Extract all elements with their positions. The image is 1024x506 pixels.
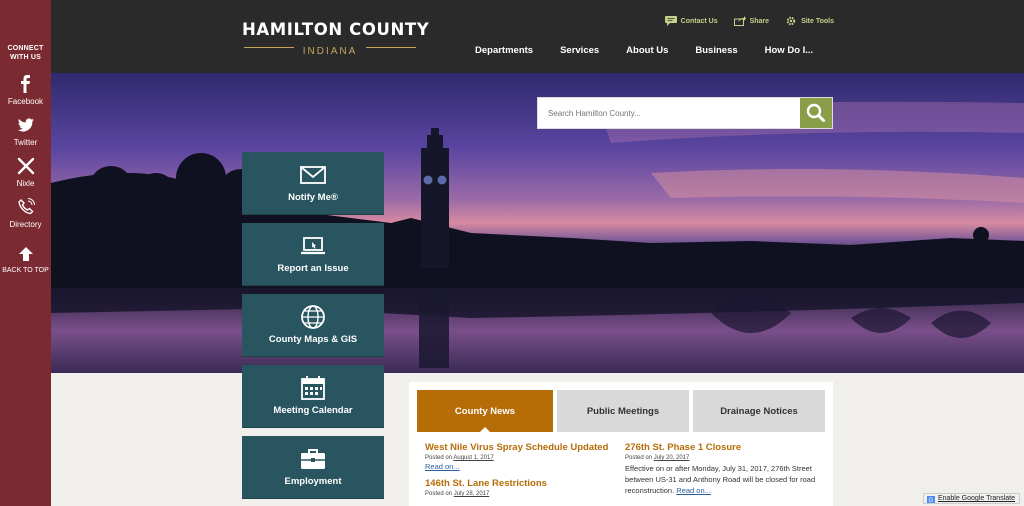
tile-label: Meeting Calendar xyxy=(273,405,353,416)
arrow-up-icon xyxy=(18,247,33,261)
news-item: 146th St. Lane Restrictions Posted on Ju… xyxy=(425,478,615,497)
translate-icon: G xyxy=(926,496,935,503)
search-input[interactable] xyxy=(538,98,800,128)
gear-icon xyxy=(786,16,796,26)
logo-subtitle: INDIANA xyxy=(302,46,358,57)
tile-label: Report an Issue xyxy=(277,263,349,274)
social-nixle-link[interactable]: Nixle xyxy=(0,157,51,188)
contact-us-link[interactable]: Contact Us xyxy=(664,16,718,26)
globe-icon xyxy=(301,305,325,329)
news-item: 276th St. Phase 1 Closure Posted on July… xyxy=(625,442,825,496)
tile-notify-me[interactable]: Notify Me® xyxy=(242,152,384,215)
tab-drainage-notices[interactable]: Drainage Notices xyxy=(693,390,825,432)
social-twitter-link[interactable]: Twitter xyxy=(0,116,51,147)
briefcase-icon xyxy=(301,449,325,469)
tile-employment[interactable]: Employment xyxy=(242,436,384,499)
calendar-icon xyxy=(301,376,325,400)
site-search xyxy=(537,97,833,129)
envelope-icon xyxy=(300,166,326,184)
nav-about-us[interactable]: About Us xyxy=(626,45,668,56)
news-posted: Posted on July 20, 2017 xyxy=(625,455,690,461)
site-header: HAMILTON COUNTY INDIANA Contact Us Share… xyxy=(51,0,1024,73)
google-translate-button[interactable]: G Enable Google Translate xyxy=(922,493,1020,504)
read-on-link[interactable]: Read on... xyxy=(676,486,711,495)
news-body: Effective on or after Monday, July 31, 2… xyxy=(625,464,816,495)
site-tools-link[interactable]: Site Tools xyxy=(785,16,834,26)
tile-label: Notify Me® xyxy=(288,192,338,203)
logo-subtitle-wrap: INDIANA xyxy=(242,41,418,57)
header-tools: Contact Us Share Site Tools xyxy=(664,16,834,26)
tab-public-meetings[interactable]: Public Meetings xyxy=(557,390,689,432)
news-date: July 28, 2017 xyxy=(453,491,490,497)
facebook-icon xyxy=(20,75,30,93)
social-sidebar: CONNECT WITH US Facebook Twitter Nixle D… xyxy=(0,0,51,506)
social-facebook-link[interactable]: Facebook xyxy=(0,75,51,106)
search-icon xyxy=(806,103,825,122)
twitter-icon xyxy=(17,118,34,132)
share-link[interactable]: Share xyxy=(733,16,769,26)
svg-text:G: G xyxy=(928,498,933,503)
nav-business[interactable]: Business xyxy=(695,45,737,56)
news-date: August 1, 2017 xyxy=(453,455,494,461)
laptop-icon xyxy=(301,237,325,255)
nav-how-do-i[interactable]: How Do I... xyxy=(765,45,814,56)
connect-label: CONNECT WITH US xyxy=(7,45,44,61)
tile-county-maps-gis[interactable]: County Maps & GIS xyxy=(242,294,384,357)
news-posted: Posted on July 28, 2017 xyxy=(425,491,490,497)
search-button[interactable] xyxy=(800,98,832,128)
nav-services[interactable]: Services xyxy=(560,45,599,56)
nav-departments[interactable]: Departments xyxy=(475,45,533,56)
back-to-top-button[interactable]: BACK TO TOP xyxy=(0,245,51,274)
news-title-link[interactable]: 146th St. Lane Restrictions xyxy=(425,478,615,489)
news-tabs: County News Public Meetings Drainage Not… xyxy=(417,390,825,433)
logo-title: HAMILTON COUNTY xyxy=(242,20,430,39)
news-title-link[interactable]: West Nile Virus Spray Schedule Updated xyxy=(425,442,615,453)
tile-label: County Maps & GIS xyxy=(268,334,358,345)
news-panel: County News Public Meetings Drainage Not… xyxy=(409,382,833,506)
main-nav: Departments Services About Us Business H… xyxy=(475,45,840,56)
news-column-right: 276th St. Phase 1 Closure Posted on July… xyxy=(625,442,825,496)
news-date: July 20, 2017 xyxy=(653,455,690,461)
tile-label: Employment xyxy=(284,476,342,487)
news-posted: Posted on August 1, 2017 xyxy=(425,455,494,461)
news-item: West Nile Virus Spray Schedule Updated P… xyxy=(425,442,615,471)
tile-meeting-calendar[interactable]: Meeting Calendar xyxy=(242,365,384,428)
tab-county-news[interactable]: County News xyxy=(417,390,553,433)
nixle-icon xyxy=(17,157,34,175)
tile-report-an-issue[interactable]: Report an Issue xyxy=(242,223,384,286)
chat-icon xyxy=(664,16,677,26)
phone-icon xyxy=(17,198,35,215)
news-title-link[interactable]: 276th St. Phase 1 Closure xyxy=(625,442,825,453)
share-icon xyxy=(733,16,746,26)
directory-link[interactable]: Directory xyxy=(0,198,51,229)
site-logo[interactable]: HAMILTON COUNTY INDIANA xyxy=(242,20,430,57)
news-column-left: West Nile Virus Spray Schedule Updated P… xyxy=(425,442,615,497)
read-on-link[interactable]: Read on... xyxy=(425,462,615,471)
